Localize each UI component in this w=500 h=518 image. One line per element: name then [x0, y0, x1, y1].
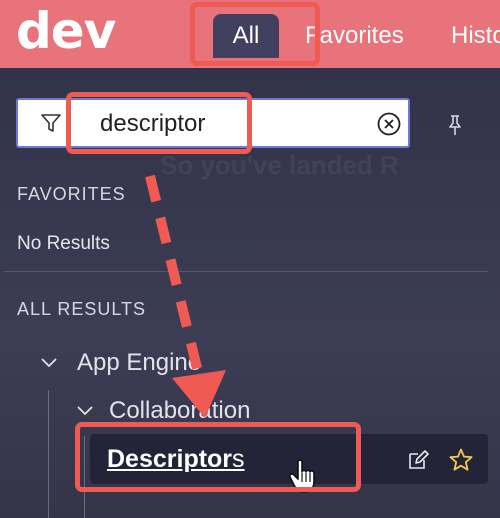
tree-item-collaboration[interactable]: Collaboration — [109, 397, 250, 425]
favorites-empty-text: No Results — [17, 233, 110, 254]
chevron-down-icon[interactable] — [40, 357, 58, 369]
highlight-box-all-tab — [190, 2, 320, 66]
background-text: So you've landed R — [160, 150, 399, 180]
highlight-box-filter — [66, 92, 252, 154]
favorites-heading: FAVORITES — [17, 184, 126, 204]
pin-icon[interactable] — [443, 113, 467, 137]
star-icon[interactable] — [448, 447, 474, 473]
chevron-down-icon[interactable] — [76, 405, 94, 417]
tab-history-clip: History — [440, 0, 500, 68]
edit-icon[interactable] — [406, 448, 430, 472]
highlight-box-result — [75, 422, 361, 492]
tree-item-app-engine[interactable]: App Engine — [77, 349, 201, 377]
tree-guide-line — [48, 390, 49, 518]
app-logo: dev — [16, 2, 116, 60]
clear-circle-x-icon[interactable] — [376, 111, 402, 137]
section-divider — [4, 271, 488, 272]
filter-icon — [41, 114, 61, 132]
all-results-heading: ALL RESULTS — [17, 299, 147, 319]
tab-history[interactable]: History — [451, 22, 500, 50]
